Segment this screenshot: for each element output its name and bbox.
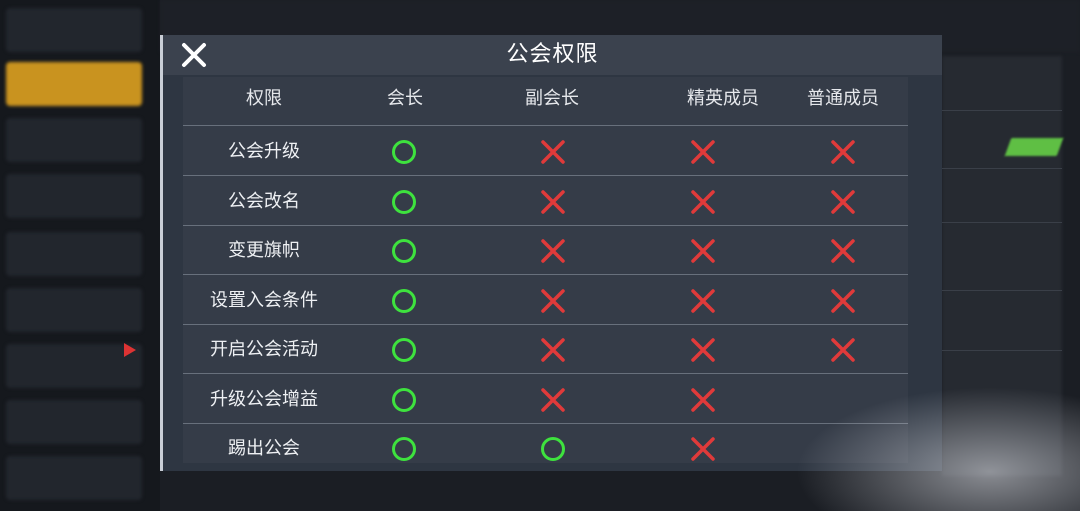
background-sidebar-item [6, 400, 142, 444]
background-sidebar-item [6, 118, 142, 162]
allowed-circle-icon [392, 338, 416, 362]
denied-cross-icon [541, 140, 565, 164]
denied-cross-icon [691, 437, 715, 461]
background-sidebar-item-active [6, 62, 142, 106]
background-sidebar-item [6, 288, 142, 332]
permission-name: 踢出公会 [228, 438, 300, 459]
table-row: 变更旗帜 [183, 226, 908, 275]
denied-cross-icon [691, 140, 715, 164]
column-header-leader: 会长 [387, 88, 423, 109]
background-sidebar-item [6, 456, 142, 500]
background-divider [942, 110, 1062, 111]
denied-cross-icon [541, 189, 565, 214]
allowed-circle-icon [541, 437, 565, 461]
screen-glare [780, 380, 1080, 511]
permission-name: 公会升级 [228, 141, 300, 162]
background-tag [1004, 138, 1064, 156]
denied-cross-icon [691, 239, 715, 263]
allowed-circle-icon [392, 140, 416, 164]
table-row: 公会改名 [183, 177, 908, 226]
permission-name: 设置入会条件 [210, 289, 318, 311]
background-sidebar [0, 0, 160, 511]
denied-cross-icon [541, 288, 565, 313]
denied-cross-icon [691, 189, 715, 214]
background-sidebar-item [6, 344, 142, 388]
column-header-elite-member: 精英成员 [687, 88, 759, 109]
denied-cross-icon [541, 338, 565, 362]
permission-name: 变更旗帜 [228, 240, 300, 261]
denied-cross-icon [691, 387, 715, 412]
background-divider [942, 290, 1062, 291]
dialog-header: 公会权限 [163, 35, 942, 75]
denied-cross-icon [831, 140, 855, 164]
denied-cross-icon [831, 239, 855, 263]
allowed-circle-icon [392, 387, 416, 412]
header-divider [183, 125, 908, 126]
dialog-title: 公会权限 [506, 42, 599, 67]
allowed-circle-icon [392, 239, 416, 263]
table-row: 设置入会条件 [183, 276, 908, 325]
background-divider [942, 350, 1062, 351]
denied-cross-icon [691, 288, 715, 313]
permission-name: 升级公会增益 [210, 388, 318, 410]
denied-cross-icon [691, 338, 715, 362]
allowed-circle-icon [392, 288, 416, 313]
denied-cross-icon [541, 387, 565, 412]
allowed-circle-icon [392, 437, 416, 461]
denied-cross-icon [831, 189, 855, 214]
table-row: 公会升级 [183, 127, 908, 176]
permission-name: 开启公会活动 [210, 339, 318, 360]
table-row: 开启公会活动 [183, 325, 908, 374]
background-arrow-icon [124, 343, 136, 357]
background-sidebar-item [6, 232, 142, 276]
close-icon[interactable] [177, 38, 211, 72]
allowed-circle-icon [392, 189, 416, 214]
column-header-permission: 权限 [246, 88, 282, 109]
denied-cross-icon [831, 338, 855, 362]
background-divider [942, 222, 1062, 223]
background-sidebar-item [6, 174, 142, 218]
background-divider [942, 168, 1062, 169]
denied-cross-icon [541, 239, 565, 263]
permission-name: 公会改名 [228, 190, 300, 212]
column-header-vice-leader: 副会长 [525, 88, 579, 109]
background-sidebar-item [6, 8, 142, 52]
denied-cross-icon [831, 288, 855, 313]
column-header-regular-member: 普通成员 [807, 88, 879, 109]
